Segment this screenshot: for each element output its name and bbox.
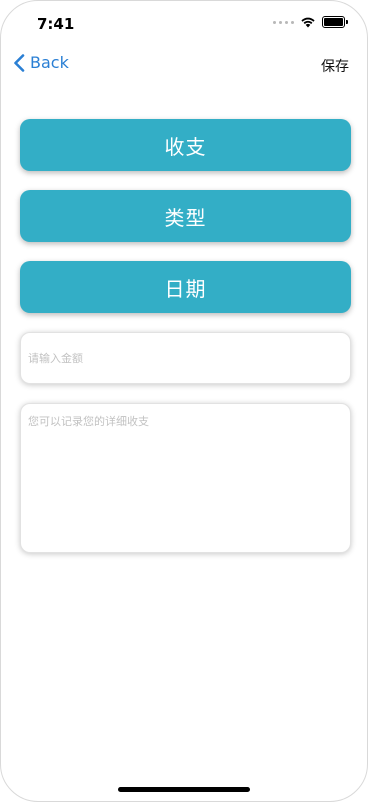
- home-indicator: [118, 787, 250, 792]
- income-expense-button[interactable]: 收支: [20, 119, 351, 171]
- save-button[interactable]: 保存: [321, 56, 349, 76]
- chevron-left-icon: [14, 53, 25, 72]
- phone-screen: 7:41 Back 保存 收支 类型 日期: [0, 0, 368, 802]
- navigation-bar: Back 保存: [1, 45, 367, 85]
- back-button[interactable]: Back: [13, 53, 69, 72]
- wifi-icon: [301, 17, 315, 28]
- amount-input[interactable]: [20, 332, 351, 384]
- battery-icon: [322, 16, 348, 28]
- status-bar: 7:41: [1, 1, 367, 45]
- signal-dots-icon: [273, 20, 294, 24]
- date-button[interactable]: 日期: [20, 261, 351, 313]
- status-icons: [273, 16, 348, 28]
- note-textarea[interactable]: [20, 403, 351, 553]
- category-button[interactable]: 类型: [20, 190, 351, 242]
- status-time: 7:41: [37, 15, 75, 33]
- back-label: Back: [30, 53, 69, 72]
